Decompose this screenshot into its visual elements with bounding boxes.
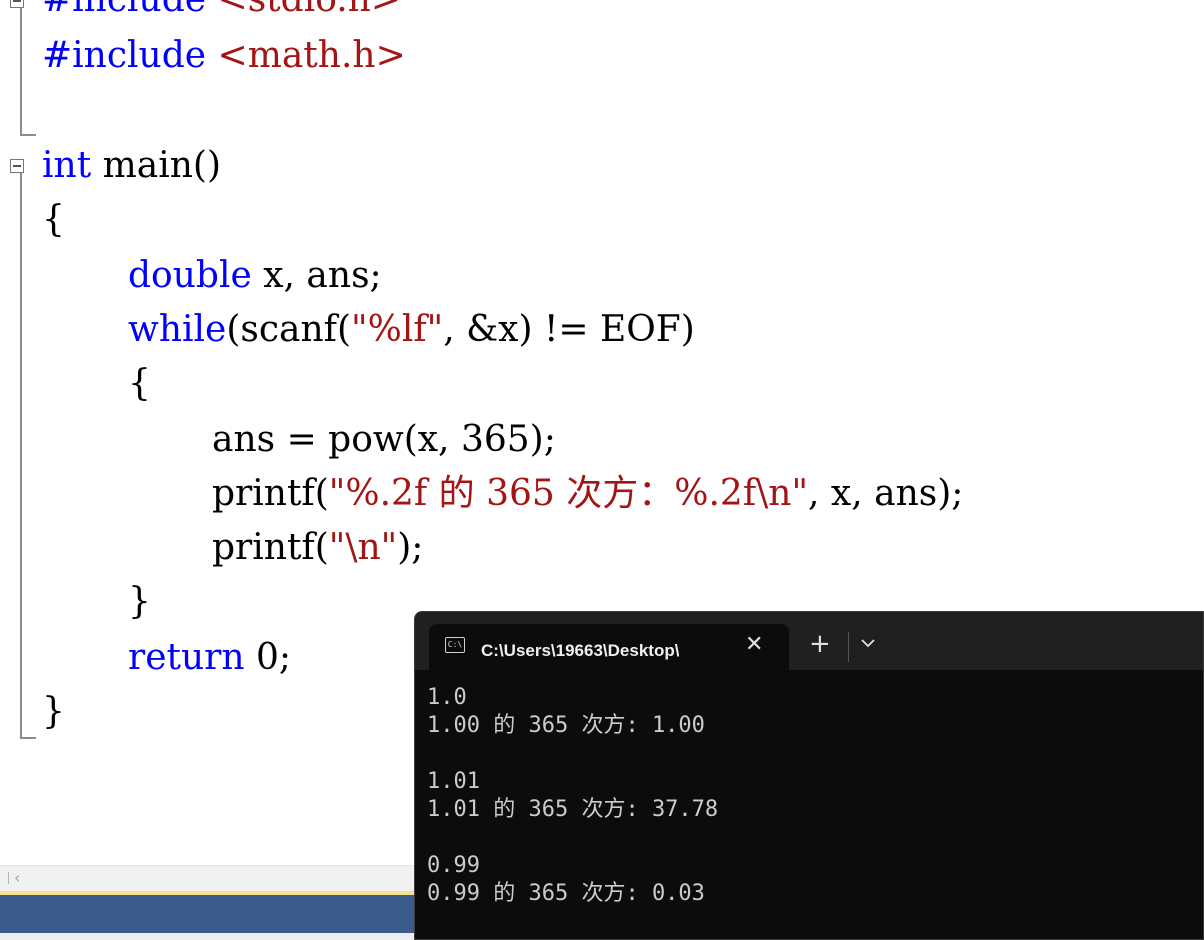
- return-value: 0;: [244, 637, 292, 678]
- preprocessor-directive: #include: [42, 35, 207, 76]
- printf-args: , x, ans);: [808, 473, 964, 514]
- code-line-open-brace[interactable]: {: [42, 198, 65, 242]
- code-line-printf-newline[interactable]: printf("\n");: [212, 526, 423, 570]
- code-line-while[interactable]: while(scanf("%lf", &x) != EOF): [128, 308, 695, 352]
- header-name: <math.h>: [217, 35, 406, 76]
- bottom-strip: [0, 933, 415, 940]
- brace: }: [42, 691, 65, 732]
- terminal-output[interactable]: 1.0 1.00 的 365 次方: 1.00 1.01 1.01 的 365 …: [427, 684, 718, 908]
- code-line-close-brace[interactable]: }: [128, 580, 151, 624]
- fold-guide-main-end: [20, 737, 36, 739]
- while-call-close: , &x) != EOF): [443, 309, 695, 350]
- code-line-close-brace[interactable]: }: [42, 690, 65, 734]
- output-line: 1.0: [427, 685, 467, 710]
- brace: {: [128, 363, 151, 404]
- return-keyword: return: [128, 637, 245, 678]
- format-string: "%.2f 的 365 次方：%.2f\n": [328, 473, 809, 514]
- while-keyword: while: [128, 309, 227, 350]
- preprocessor-directive: #include: [42, 0, 206, 20]
- code-line-printf-result[interactable]: printf("%.2f 的 365 次方：%.2f\n", x, ans);: [212, 472, 963, 516]
- printf-call: printf(: [212, 527, 329, 568]
- scrollbar-edge: [0, 872, 9, 884]
- console-icon: C:\: [445, 637, 465, 653]
- format-string: "\n": [328, 527, 398, 568]
- fold-guide-includes-end: [20, 134, 36, 136]
- code-line-open-brace[interactable]: {: [128, 362, 151, 406]
- fold-guide-main: [20, 173, 22, 739]
- tab-divider: [848, 632, 849, 662]
- output-line: 0.99: [427, 853, 480, 878]
- horizontal-scrollbar[interactable]: ‹: [0, 865, 415, 892]
- return-type: int: [42, 145, 92, 186]
- code-line-main-signature[interactable]: int main(): [42, 144, 221, 188]
- printf-args: );: [397, 527, 424, 568]
- code-line-declaration[interactable]: double x, ans;: [128, 254, 382, 298]
- plus-icon[interactable]: +: [809, 630, 831, 658]
- output-line: 1.01 的 365 次方: 37.78: [427, 797, 719, 822]
- terminal-window[interactable]: C:\ C:\Users\19663\Desktop\c语言 ✕ + 1.0 1…: [414, 611, 1204, 940]
- assignment-statement: ans = pow(x, 365);: [212, 419, 556, 460]
- brace: }: [128, 581, 151, 622]
- code-line-include-stdio[interactable]: #include <stdio.h>: [42, 0, 401, 22]
- tab-title: C:\Users\19663\Desktop\c语言: [481, 641, 679, 660]
- code-line-include-math[interactable]: #include <math.h>: [42, 34, 406, 78]
- brace: {: [42, 199, 65, 240]
- output-line: 1.01: [427, 769, 480, 794]
- header-name: <stdio.h>: [218, 0, 402, 20]
- status-bar: [0, 895, 415, 933]
- output-line: 0.99 的 365 次方: 0.03: [427, 881, 705, 906]
- type-keyword: double: [128, 255, 252, 296]
- terminal-tab[interactable]: C:\ C:\Users\19663\Desktop\c语言 ✕: [429, 624, 789, 670]
- terminal-tab-bar: C:\ C:\Users\19663\Desktop\c语言 ✕ +: [415, 612, 1203, 670]
- fold-guide-includes: [20, 8, 22, 136]
- fold-toggle-includes[interactable]: [10, 0, 24, 8]
- variable-list: x, ans;: [251, 255, 382, 296]
- code-line-pow[interactable]: ans = pow(x, 365);: [212, 418, 556, 462]
- format-string: "%lf": [351, 309, 444, 350]
- chevron-left-icon[interactable]: ‹: [14, 868, 20, 887]
- function-signature: main(): [91, 145, 222, 186]
- while-call-open: (scanf(: [226, 309, 352, 350]
- close-icon[interactable]: ✕: [745, 632, 763, 658]
- printf-call: printf(: [212, 473, 329, 514]
- chevron-down-icon[interactable]: [861, 634, 875, 654]
- code-line-return[interactable]: return 0;: [128, 636, 291, 680]
- output-line: 1.00 的 365 次方: 1.00: [427, 713, 705, 738]
- fold-toggle-main[interactable]: [10, 159, 24, 173]
